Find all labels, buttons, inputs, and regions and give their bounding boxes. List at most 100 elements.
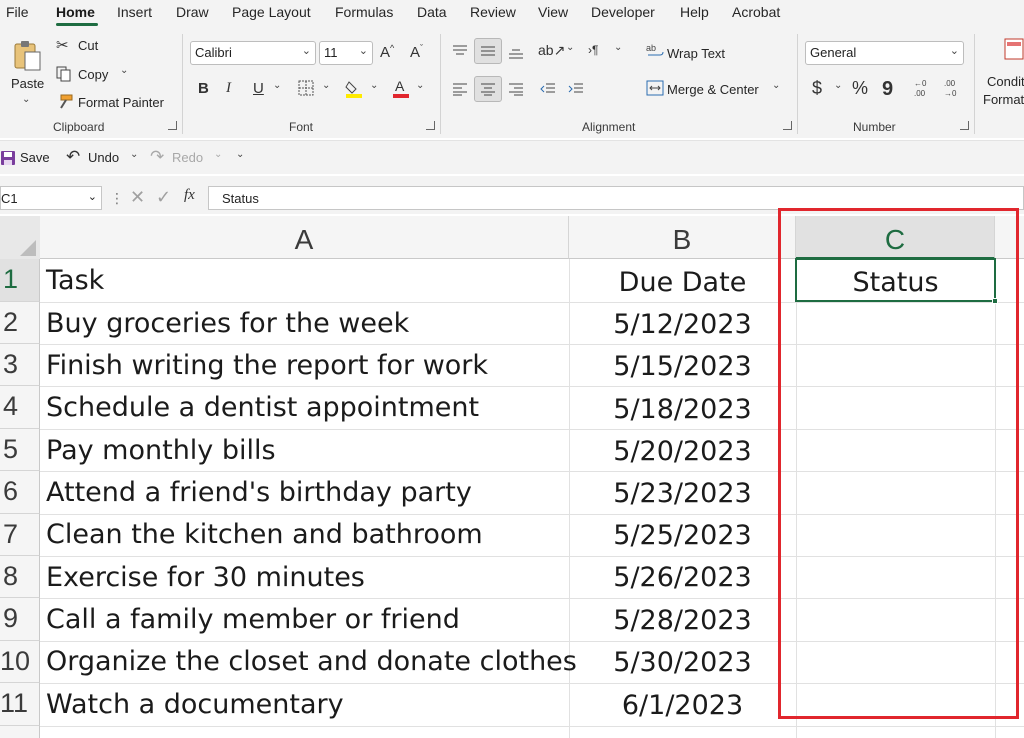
- cell-b2[interactable]: 5/12/2023: [569, 309, 796, 340]
- menu-acrobat[interactable]: Acrobat: [732, 4, 780, 20]
- cell-a4[interactable]: Schedule a dentist appointment: [46, 392, 479, 423]
- menu-data[interactable]: Data: [417, 4, 447, 20]
- align-top-icon[interactable]: [452, 44, 468, 58]
- wrap-text-icon[interactable]: ab: [646, 42, 664, 60]
- menu-file[interactable]: File: [6, 4, 29, 20]
- copy-dropdown-icon[interactable]: ⌄: [120, 65, 128, 76]
- borders-icon[interactable]: [298, 80, 314, 96]
- row-header[interactable]: 4: [0, 386, 40, 429]
- menu-review[interactable]: Review: [470, 4, 516, 20]
- font-launcher-icon[interactable]: [426, 121, 435, 130]
- font-name-dropdown[interactable]: Calibri ⌄: [190, 41, 316, 65]
- clipboard-launcher-icon[interactable]: [168, 121, 177, 130]
- cell-a5[interactable]: Pay monthly bills: [46, 435, 276, 466]
- redo-button[interactable]: Redo: [172, 150, 203, 165]
- borders-dropdown-icon[interactable]: ⌄: [322, 80, 330, 91]
- select-all-button[interactable]: [0, 216, 40, 259]
- row-header[interactable]: [0, 726, 40, 738]
- undo-dropdown-icon[interactable]: ⌄: [130, 149, 138, 160]
- undo-icon[interactable]: ↶: [66, 147, 80, 167]
- menu-insert[interactable]: Insert: [117, 4, 152, 20]
- text-direction-dropdown-icon[interactable]: ⌄: [614, 42, 622, 53]
- fill-color-dropdown-icon[interactable]: ⌄: [370, 80, 378, 91]
- align-left-icon[interactable]: [452, 82, 468, 96]
- italic-button[interactable]: I: [226, 80, 231, 97]
- cell-a10[interactable]: Organize the closet and donate clothes: [46, 646, 577, 677]
- percent-button[interactable]: %: [852, 78, 868, 99]
- font-color-icon[interactable]: A: [392, 78, 410, 98]
- insert-function-button[interactable]: fx: [184, 187, 195, 204]
- cell-a1[interactable]: Task: [46, 265, 104, 296]
- cell-b6[interactable]: 5/23/2023: [569, 478, 796, 509]
- comma-style-button[interactable]: 9: [882, 78, 893, 101]
- row-header[interactable]: 6: [0, 471, 40, 514]
- cell-b5[interactable]: 5/20/2023: [569, 436, 796, 467]
- formula-input[interactable]: Status: [208, 186, 1024, 210]
- text-direction-icon[interactable]: ›¶: [588, 43, 598, 57]
- bold-button[interactable]: B: [198, 80, 209, 97]
- cut-button[interactable]: Cut: [78, 38, 98, 53]
- redo-dropdown-icon[interactable]: ⌄: [214, 149, 222, 160]
- format-painter-button[interactable]: Format Painter: [78, 95, 164, 110]
- cell-a2[interactable]: Buy groceries for the week: [46, 308, 409, 339]
- orientation-icon[interactable]: ab↗: [538, 42, 565, 59]
- menu-help[interactable]: Help: [680, 4, 709, 20]
- row-header[interactable]: 9: [0, 598, 40, 641]
- fill-color-icon[interactable]: [345, 78, 363, 98]
- orientation-dropdown-icon[interactable]: ⌄: [566, 42, 574, 53]
- merge-dropdown-icon[interactable]: ⌄: [772, 80, 780, 91]
- undo-button[interactable]: Undo: [88, 150, 119, 165]
- cell-a6[interactable]: Attend a friend's birthday party: [46, 477, 472, 508]
- cut-icon[interactable]: ✂: [56, 36, 69, 54]
- merge-center-icon[interactable]: [646, 80, 664, 96]
- redo-icon[interactable]: ↷: [150, 147, 164, 167]
- column-header-b[interactable]: B: [569, 216, 796, 259]
- decrease-indent-icon[interactable]: [540, 82, 556, 96]
- menu-home[interactable]: Home: [56, 4, 95, 20]
- cancel-entry-icon[interactable]: ✕: [130, 187, 145, 208]
- row-header[interactable]: 8: [0, 556, 40, 598]
- cell-b11[interactable]: 6/1/2023: [569, 690, 796, 721]
- cell-b1[interactable]: Due Date: [569, 267, 796, 298]
- conditional-formatting-button[interactable]: Conditi Formatt: [982, 34, 1024, 114]
- cell-a3[interactable]: Finish writing the report for work: [46, 350, 488, 381]
- row-header[interactable]: 2: [0, 302, 40, 344]
- cell-b8[interactable]: 5/26/2023: [569, 562, 796, 593]
- align-right-icon[interactable]: [508, 82, 524, 96]
- align-bottom-icon[interactable]: [508, 46, 524, 60]
- menu-page-layout[interactable]: Page Layout: [232, 4, 311, 20]
- menu-developer[interactable]: Developer: [591, 4, 655, 20]
- increase-font-size-icon[interactable]: A^: [380, 43, 394, 61]
- number-launcher-icon[interactable]: [960, 121, 969, 130]
- paste-button[interactable]: Paste ⌄: [8, 36, 46, 108]
- column-header-a[interactable]: A: [40, 216, 569, 259]
- cell-a11[interactable]: Watch a documentary: [46, 689, 344, 720]
- cell-b7[interactable]: 5/25/2023: [569, 520, 796, 551]
- menu-formulas[interactable]: Formulas: [335, 4, 393, 20]
- confirm-entry-icon[interactable]: ✓: [156, 187, 171, 208]
- menu-view[interactable]: View: [538, 4, 568, 20]
- decrease-decimal-icon[interactable]: .00 →0: [940, 78, 962, 98]
- row-header[interactable]: 10: [0, 641, 40, 683]
- cell-b4[interactable]: 5/18/2023: [569, 394, 796, 425]
- menu-draw[interactable]: Draw: [176, 4, 209, 20]
- wrap-text-button[interactable]: Wrap Text: [667, 46, 725, 61]
- cell-b10[interactable]: 5/30/2023: [569, 647, 796, 678]
- copy-icon[interactable]: [56, 66, 72, 82]
- save-icon[interactable]: [0, 150, 16, 166]
- cell-a8[interactable]: Exercise for 30 minutes: [46, 562, 365, 593]
- increase-decimal-icon[interactable]: ←0 .00: [910, 78, 932, 98]
- font-color-dropdown-icon[interactable]: ⌄: [416, 80, 424, 91]
- cell-a7[interactable]: Clean the kitchen and bathroom: [46, 519, 483, 550]
- cell-b3[interactable]: 5/15/2023: [569, 351, 796, 382]
- row-header[interactable]: 1: [0, 259, 40, 302]
- increase-indent-icon[interactable]: [568, 82, 584, 96]
- row-header[interactable]: 11: [0, 683, 40, 726]
- underline-button[interactable]: U: [253, 80, 264, 97]
- row-header[interactable]: 7: [0, 514, 40, 556]
- customize-qat-icon[interactable]: ⌄: [236, 149, 244, 160]
- save-button[interactable]: Save: [20, 150, 50, 165]
- row-header[interactable]: 5: [0, 429, 40, 471]
- align-middle-button[interactable]: [474, 38, 502, 64]
- cell-a9[interactable]: Call a family member or friend: [46, 604, 460, 635]
